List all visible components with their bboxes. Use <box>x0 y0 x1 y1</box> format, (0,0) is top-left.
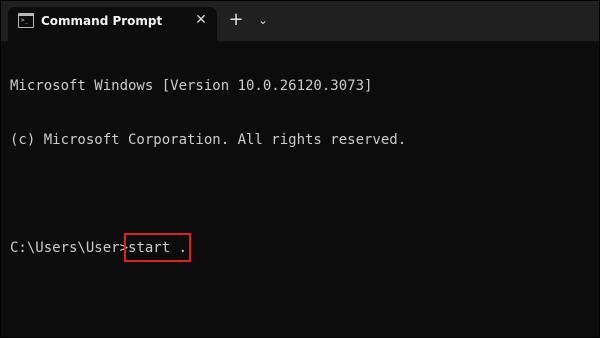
terminal-window: >_ Command Prompt ✕ + ⌄ Microsoft Window… <box>0 0 600 338</box>
console-line-copyright: (c) Microsoft Corporation. All rights re… <box>10 132 407 148</box>
prompt-line: C:\Users\User> start . <box>10 233 406 262</box>
plus-icon[interactable]: + <box>224 10 248 30</box>
command-prompt-icon: >_ <box>18 13 34 28</box>
title-bar: >_ Command Prompt ✕ + ⌄ <box>1 1 599 41</box>
console-line-version: Microsoft Windows [Version 10.0.26120.30… <box>10 78 373 94</box>
tab-title: Command Prompt <box>41 14 163 28</box>
close-icon[interactable]: ✕ <box>191 10 211 30</box>
chevron-down-icon[interactable]: ⌄ <box>253 10 273 30</box>
tab-command-prompt[interactable]: >_ Command Prompt ✕ <box>8 7 217 41</box>
scrollbar[interactable] <box>591 41 599 337</box>
typed-command: start . <box>124 233 192 262</box>
highlight-box <box>124 233 192 262</box>
prompt-path: C:\Users\User> <box>10 240 129 256</box>
console-output[interactable]: Microsoft Windows [Version 10.0.26120.30… <box>10 41 406 293</box>
